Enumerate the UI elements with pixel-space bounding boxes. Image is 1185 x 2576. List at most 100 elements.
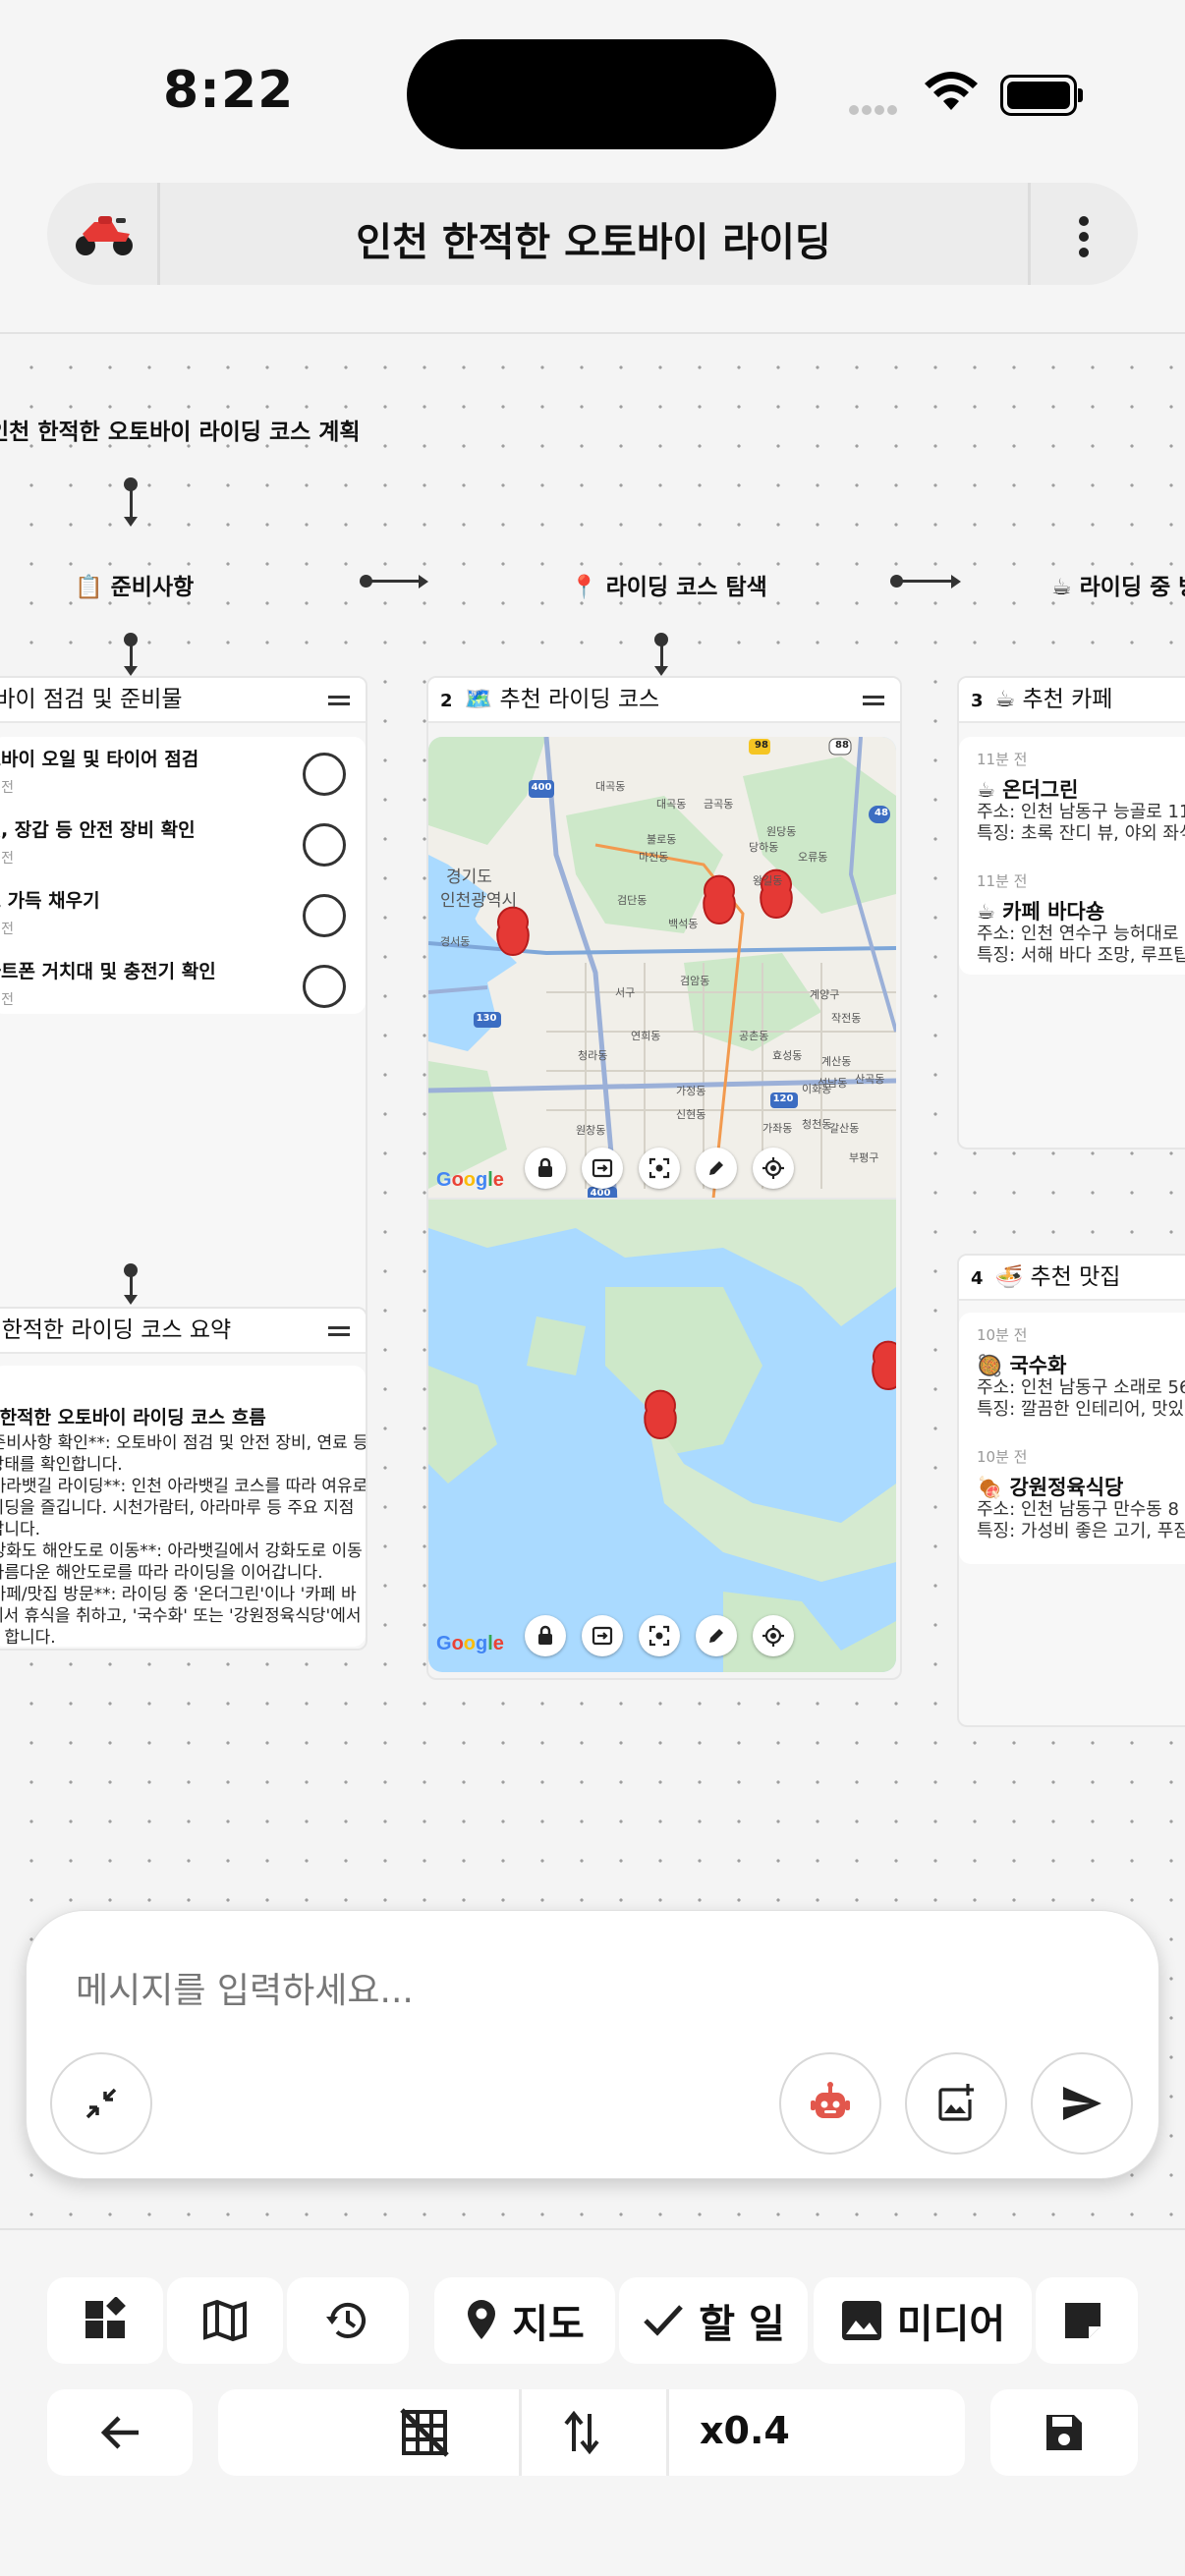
place-feature: 특징: 깔끔한 인테리어, 맛있는 bbox=[977, 1399, 1185, 1420]
edit-icon[interactable] bbox=[696, 1148, 737, 1189]
grid-off-icon bbox=[400, 2408, 449, 2457]
card-header[interactable]: 4 🍜 추천 맛집 bbox=[959, 1256, 1185, 1301]
summary-line: 하여 아름다운 해안도로를 따라 라이딩을 이어갑니다. bbox=[0, 1563, 323, 1583]
history-icon bbox=[326, 2303, 366, 2338]
my-location-icon[interactable] bbox=[753, 1148, 794, 1189]
list-item: 연료 가득 채우기10분 전 bbox=[0, 890, 100, 937]
summary-heading: 인천 한적한 오토바이 라이딩 코스 흐름 bbox=[0, 1407, 266, 1428]
edit-icon[interactable] bbox=[696, 1615, 737, 1656]
grid-off-button[interactable] bbox=[395, 2408, 454, 2457]
map-view-button[interactable] bbox=[167, 2277, 283, 2364]
sort-button[interactable] bbox=[542, 2410, 621, 2455]
summary-card[interactable]: 인천 한적한 라이딩 코스 요약 인천 한적한 오토바이 라이딩 코스 흐름 1… bbox=[0, 1307, 367, 1651]
checkbox[interactable] bbox=[303, 823, 346, 867]
branch-prep[interactable]: 📋 준비사항 bbox=[75, 568, 194, 601]
drag-handle-icon[interactable] bbox=[863, 696, 884, 709]
place-name[interactable]: ☕ 온더그린 bbox=[977, 774, 1078, 804]
media-button[interactable]: 미디어 bbox=[814, 2277, 1032, 2364]
card-header[interactable]: 오토바이 점검 및 준비물 bbox=[0, 678, 366, 723]
place-name[interactable]: ☕ 카페 바다숑 bbox=[977, 896, 1104, 925]
card-header[interactable]: 2 🗺️ 추천 라이딩 코스 bbox=[428, 678, 900, 723]
add-photo-button[interactable] bbox=[905, 2052, 1007, 2155]
wifi-icon bbox=[922, 71, 981, 118]
arrow-head bbox=[124, 1295, 138, 1305]
summary-line: 3. **강화도 해안도로 이동**: 아라뱃길에서 강화도로 이동 bbox=[0, 1541, 363, 1561]
map-place-label: 원당동 bbox=[766, 825, 797, 838]
arrow-head bbox=[419, 575, 428, 588]
card-title: 오토바이 점검 및 준비물 bbox=[0, 687, 183, 712]
map-view[interactable]: 경기도 인천광역시 대곡동 불로동 마전동 당하동 원당동 오류동 백석동 검암동 경서동 서구 연희동… bbox=[428, 737, 896, 1672]
widgets-button[interactable] bbox=[47, 2277, 163, 2364]
map-button[interactable]: 지도 bbox=[434, 2277, 615, 2364]
entry-time: 10분 전 bbox=[977, 1448, 1028, 1466]
page-title: 인천 한적한 오토바이 라이딩 bbox=[356, 220, 831, 265]
branch-during[interactable]: ☕ 라이딩 중 방 bbox=[1051, 568, 1185, 601]
card-number: 2 bbox=[440, 691, 453, 711]
check-icon bbox=[644, 2305, 684, 2336]
map-place-label: 대곡동 bbox=[656, 798, 687, 811]
place-name[interactable]: 🥘 국수화 bbox=[977, 1350, 1066, 1379]
place-name[interactable]: 🍖 강원정육식당 bbox=[977, 1472, 1123, 1501]
send-button[interactable] bbox=[1031, 2052, 1133, 2155]
card-header[interactable]: 3 ☕ 추천 카페 bbox=[959, 678, 1185, 723]
checkbox[interactable] bbox=[303, 753, 346, 796]
send-icon bbox=[1063, 2087, 1101, 2120]
cafe-card[interactable]: 3 ☕ 추천 카페 11분 전 ☕ 온더그린 주소: 인천 남동구 능골로 11-… bbox=[957, 676, 1185, 1149]
summary-line: 1. **준비사항 확인**: 오토바이 점검 및 안전 장비, 연료 등 bbox=[0, 1433, 366, 1453]
map-place-label: 가정동 bbox=[676, 1085, 706, 1097]
root-node-title[interactable]: 인천 한적한 오토바이 라이딩 코스 계획 bbox=[0, 413, 361, 446]
message-input[interactable]: 메시지를 입력하세요... bbox=[76, 1962, 414, 2013]
exit-icon[interactable] bbox=[582, 1148, 623, 1189]
exit-icon[interactable] bbox=[582, 1615, 623, 1656]
ai-assistant-button[interactable] bbox=[779, 2052, 881, 2155]
branch-explore[interactable]: 📍 라이딩 코스 탐색 bbox=[570, 568, 767, 601]
arrow-head bbox=[124, 666, 138, 676]
google-logo: Google bbox=[436, 1169, 504, 1191]
lock-icon[interactable] bbox=[525, 1615, 566, 1656]
drag-handle-icon[interactable] bbox=[328, 1326, 350, 1340]
my-location-icon[interactable] bbox=[753, 1615, 794, 1656]
todo-button[interactable]: 할 일 bbox=[619, 2277, 808, 2364]
map-place-label: 갈산동 bbox=[829, 1122, 860, 1135]
battery-icon bbox=[1000, 75, 1083, 116]
food-list: 10분 전 🥘 국수화 주소: 인천 남동구 소래로 56 특징: 깔끔한 인테… bbox=[959, 1313, 1185, 1564]
map-place-label: 경기도 bbox=[446, 868, 492, 887]
back-button[interactable] bbox=[47, 2389, 193, 2476]
food-card[interactable]: 4 🍜 추천 맛집 10분 전 🥘 국수화 주소: 인천 남동구 소래로 56 특… bbox=[957, 1254, 1185, 1727]
checkbox[interactable] bbox=[303, 965, 346, 1008]
more-vert-icon[interactable] bbox=[1069, 212, 1099, 257]
history-button[interactable] bbox=[287, 2277, 409, 2364]
map-button-label: 지도 bbox=[512, 2302, 585, 2347]
checkbox[interactable] bbox=[303, 894, 346, 937]
map-place-label: 검단동 bbox=[617, 894, 648, 907]
card-header[interactable]: 인천 한적한 라이딩 코스 요약 bbox=[0, 1309, 366, 1354]
motorcycle-icon[interactable] bbox=[73, 208, 136, 259]
summary-text: 1. **준비사항 확인**: 오토바이 점검 및 안전 장비, 연료 등준비 … bbox=[0, 1432, 366, 1647]
arrow-back-icon bbox=[100, 2416, 139, 2449]
summary-line: 준비 상태를 확인합니다. bbox=[0, 1455, 123, 1475]
summary-line: 다숑'에서 휴식을 취하고, '국수화' 또는 '강원정육식당'에서 bbox=[0, 1606, 362, 1626]
place-address: 주소: 인천 연수구 능허대로 1 bbox=[977, 924, 1185, 944]
zoom-level[interactable]: x0.4 bbox=[700, 2409, 790, 2452]
google-logo: Google bbox=[436, 1633, 504, 1654]
connector-dot bbox=[360, 575, 372, 588]
entry-time: 11분 전 bbox=[977, 872, 1028, 890]
save-button[interactable] bbox=[990, 2389, 1138, 2476]
note-button[interactable] bbox=[1036, 2277, 1138, 2364]
map-place-label: 공촌동 bbox=[739, 1030, 769, 1042]
map-place-label: 마전동 bbox=[639, 851, 669, 864]
header-divider bbox=[157, 183, 160, 285]
place-address: 주소: 인천 남동구 능골로 11- bbox=[977, 802, 1185, 822]
drag-handle-icon[interactable] bbox=[328, 696, 350, 709]
list-item: 오토바이 오일 및 타이어 점검10분 전 bbox=[0, 749, 199, 796]
lock-icon[interactable] bbox=[525, 1148, 566, 1189]
map-place-labels: 경기도 인천광역시 대곡동 불로동 마전동 당하동 원당동 오류동 백석동 검암동 경서동 서구 연희동… bbox=[428, 737, 896, 1199]
map-place-label: 금곡동 bbox=[704, 798, 734, 811]
center-focus-icon[interactable] bbox=[639, 1615, 680, 1656]
map-place-label: 경서동 bbox=[440, 935, 471, 948]
connector-dot bbox=[890, 575, 903, 588]
summary-line: 을 지납니다. bbox=[0, 1520, 41, 1540]
save-icon bbox=[1046, 2415, 1082, 2450]
collapse-button[interactable] bbox=[50, 2052, 152, 2155]
center-focus-icon[interactable] bbox=[639, 1148, 680, 1189]
